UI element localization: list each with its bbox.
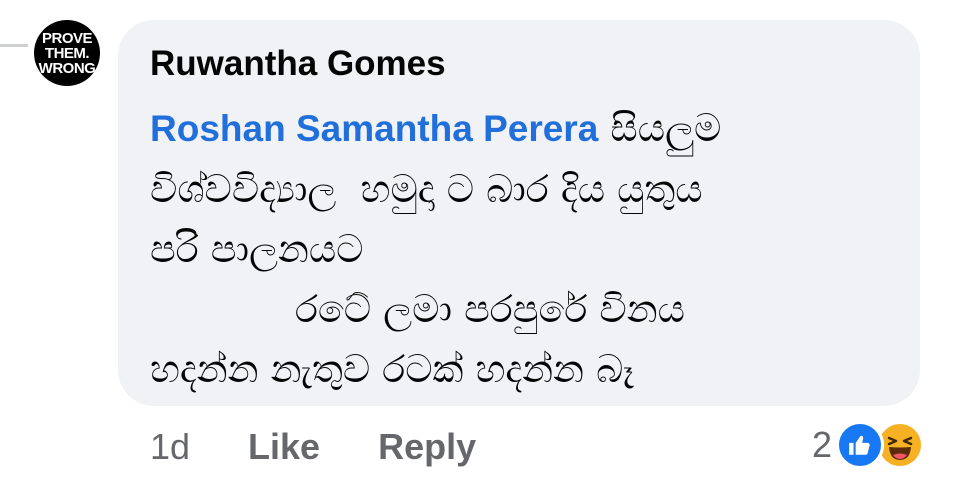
avatar-text-line-3: WRONG xyxy=(38,59,96,77)
avatar-text-line-1: PROVE xyxy=(41,29,93,47)
comment-author-name[interactable]: Ruwantha Gomes xyxy=(150,42,890,86)
reaction-count: 2 xyxy=(811,424,832,465)
avatar[interactable]: PROVE THEM. WRONG xyxy=(34,20,100,86)
comment-line-4: හදන්න නැතුව රටක් හදන්න බෑ xyxy=(150,347,634,391)
like-button[interactable]: Like xyxy=(248,426,320,468)
comment-text: Roshan Samantha Perera සියලුම විශ්වවිද්‍… xyxy=(150,98,890,399)
reactions-summary[interactable]: 2 xyxy=(812,420,924,470)
avatar-text-line-2: THEM. xyxy=(44,44,90,62)
comment-line-2: පරි පාලනයට xyxy=(150,227,364,271)
mention-link[interactable]: Roshan Samantha Perera xyxy=(150,108,598,149)
comment-bubble: Ruwantha Gomes Roshan Samantha Perera සි… xyxy=(118,20,920,406)
like-icon xyxy=(836,421,884,469)
comment-line-3: රටේ ලමා පරපුරේ විනය xyxy=(150,287,685,331)
comment-actions: 1d Like Reply xyxy=(150,424,534,470)
thread-connector-line xyxy=(0,44,28,47)
comment-line-1: විශ්වවිද්‍යාල හමුදා ට බාර දිය යුතුය xyxy=(150,167,703,211)
comment-timestamp[interactable]: 1d xyxy=(150,426,190,468)
reply-button[interactable]: Reply xyxy=(378,426,476,468)
comment-text-first: සියලුම xyxy=(598,106,722,150)
